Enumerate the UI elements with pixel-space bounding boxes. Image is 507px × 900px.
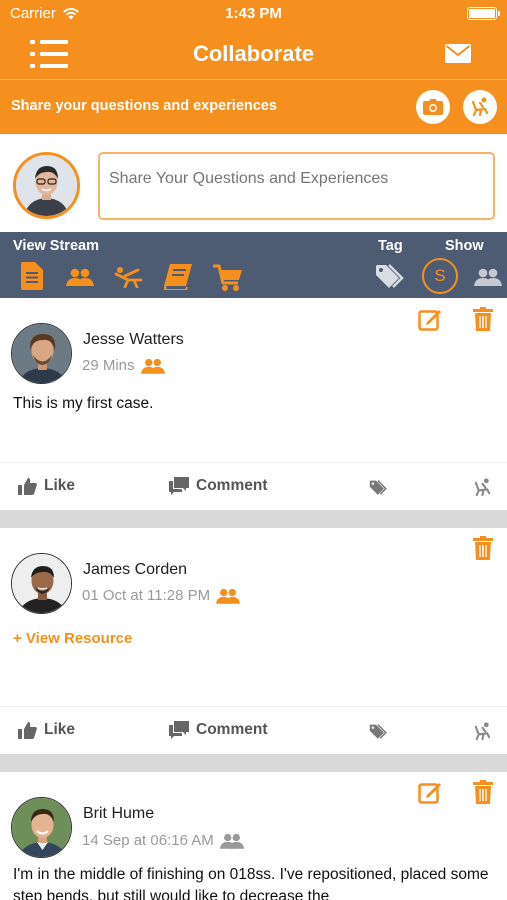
group-visibility-icon xyxy=(216,588,241,604)
post-meta: 14 Sep at 06:16 AM xyxy=(82,832,244,849)
author-name[interactable]: Jesse Watters xyxy=(83,331,184,349)
post-meta: 29 Mins xyxy=(82,357,165,374)
post-card: James Corden 01 Oct at 11:28 PM + View R… xyxy=(0,528,507,754)
comment-button[interactable]: Comment xyxy=(169,721,267,739)
view-stream-label: View Stream xyxy=(13,238,99,254)
comment-icon xyxy=(169,477,189,495)
avatar[interactable] xyxy=(11,323,72,384)
post-time: 29 Mins xyxy=(82,357,135,374)
mail-icon[interactable] xyxy=(445,44,471,63)
post-text: I'm in the middle of finishing on 018ss.… xyxy=(13,866,489,900)
dental-chair-icon[interactable] xyxy=(114,266,144,288)
post-meta: 01 Oct at 11:28 PM xyxy=(82,587,241,604)
battery-icon xyxy=(467,7,500,20)
thumbs-up-icon xyxy=(18,721,37,739)
tag-label: Tag xyxy=(378,238,403,254)
camera-button[interactable] xyxy=(416,90,450,124)
status-time: 1:43 PM xyxy=(225,5,282,22)
tag-icon[interactable] xyxy=(369,724,389,740)
group-visibility-icon xyxy=(140,358,165,374)
dental-chair-icon xyxy=(471,97,489,117)
edit-icon[interactable] xyxy=(418,307,442,331)
filter-bar: View Stream Tag Show S xyxy=(0,232,507,298)
dental-chair-icon[interactable] xyxy=(473,722,492,741)
share-input[interactable] xyxy=(98,152,495,220)
book-icon[interactable] xyxy=(164,264,192,290)
post-actions: Like Comment xyxy=(0,706,507,754)
view-resource-link[interactable]: + View Resource xyxy=(13,630,132,647)
dental-chair-icon[interactable] xyxy=(473,478,492,497)
comment-icon xyxy=(169,721,189,739)
tag-icon[interactable] xyxy=(369,480,389,496)
show-label: Show xyxy=(445,238,484,254)
share-bar-label: Share your questions and experiences xyxy=(11,98,277,114)
avatar[interactable] xyxy=(11,553,72,614)
page-title: Collaborate xyxy=(192,41,315,66)
my-avatar[interactable] xyxy=(13,152,80,219)
comment-label: Comment xyxy=(196,721,268,738)
show-self-button[interactable]: S xyxy=(422,258,458,294)
status-bar: Carrier 1:43 PM xyxy=(0,0,507,28)
comment-button[interactable]: Comment xyxy=(169,477,267,495)
like-button[interactable]: Like xyxy=(18,477,75,495)
cart-icon[interactable] xyxy=(213,264,243,292)
post-time: 14 Sep at 06:16 AM xyxy=(82,832,214,849)
post-time: 01 Oct at 11:28 PM xyxy=(82,587,211,604)
post-card: Jesse Watters 29 Mins This is my first c… xyxy=(0,298,507,510)
author-name[interactable]: Brit Hume xyxy=(83,805,154,823)
trash-icon[interactable] xyxy=(473,536,493,560)
post-text: This is my first case. xyxy=(13,395,154,412)
thumbs-up-icon xyxy=(18,477,37,495)
post-actions: Like Comment xyxy=(0,462,507,510)
post-card: Brit Hume 14 Sep at 06:16 AM I'm in the … xyxy=(0,772,507,900)
like-label: Like xyxy=(44,721,76,738)
share-bar: Share your questions and experiences xyxy=(0,80,507,134)
show-self-label: S xyxy=(434,266,446,285)
like-label: Like xyxy=(44,477,76,494)
like-button[interactable]: Like xyxy=(18,721,75,739)
group-visibility-icon xyxy=(219,833,244,849)
nav-bar: Collaborate xyxy=(0,28,507,80)
trash-icon[interactable] xyxy=(473,307,493,331)
edit-icon[interactable] xyxy=(418,780,442,804)
composer xyxy=(0,134,507,232)
avatar[interactable] xyxy=(11,797,72,858)
group-icon[interactable] xyxy=(66,268,94,286)
show-group-icon[interactable] xyxy=(474,268,502,286)
document-icon[interactable] xyxy=(21,262,43,290)
comment-label: Comment xyxy=(196,477,268,494)
tag-icon[interactable] xyxy=(376,264,406,290)
author-name[interactable]: James Corden xyxy=(83,561,187,579)
dental-button[interactable] xyxy=(463,90,497,124)
trash-icon[interactable] xyxy=(473,780,493,804)
camera-icon xyxy=(423,99,443,115)
